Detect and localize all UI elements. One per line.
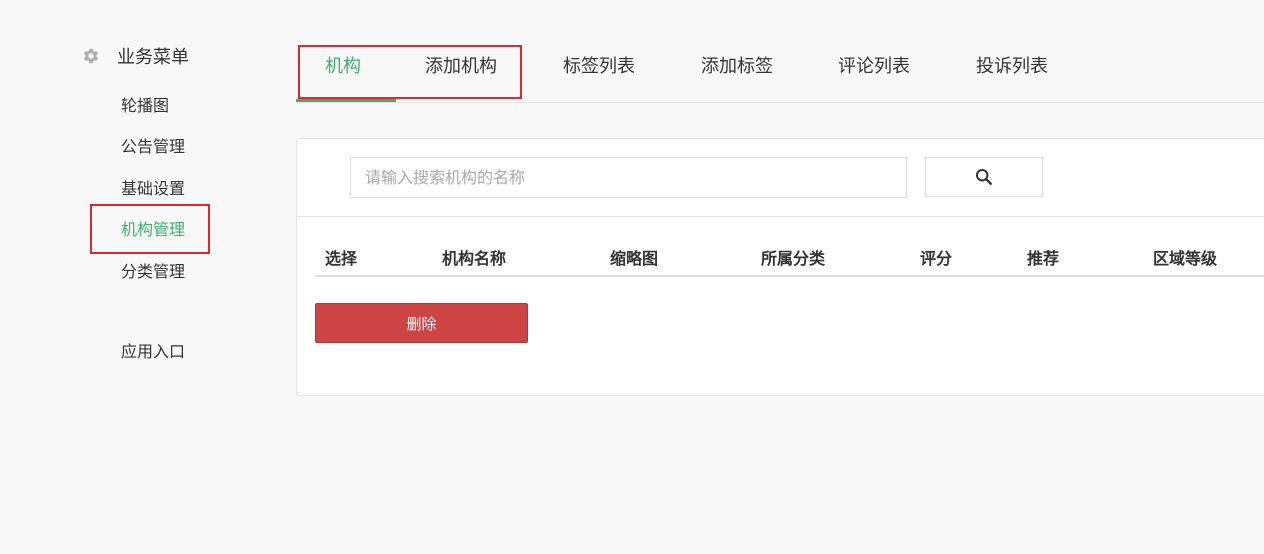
sidebar-item-announcements[interactable]: 公告管理: [121, 133, 185, 157]
sidebar-item-basic-settings[interactable]: 基础设置: [121, 175, 185, 199]
sidebar: 业务菜单 轮播图 公告管理 基础设置 机构管理 分类管理 应用入口: [0, 0, 280, 554]
column-header-rating: 评分: [920, 249, 953, 268]
search-button[interactable]: [925, 157, 1043, 197]
table-header: 选择 机构名称 缩略图 所属分类 评分 推荐 区域等级: [315, 237, 1264, 277]
gear-icon: [82, 47, 100, 65]
active-tab-indicator: [296, 99, 396, 102]
tab-bar: 机构 添加机构 标签列表 添加标签 评论列表 投诉列表: [296, 40, 1264, 103]
sidebar-item-carousel[interactable]: 轮播图: [121, 92, 169, 116]
tab-complaint-list[interactable]: 投诉列表: [976, 52, 1048, 78]
column-header-category: 所属分类: [761, 249, 826, 268]
column-header-region-level: 区域等级: [1153, 249, 1218, 268]
sidebar-item-category-management[interactable]: 分类管理: [121, 258, 185, 282]
search-row: [297, 139, 1264, 217]
tab-comment-list[interactable]: 评论列表: [838, 52, 910, 78]
column-header-select: 选择: [325, 249, 358, 268]
search-icon: [975, 168, 993, 186]
column-header-recommend: 推荐: [1027, 249, 1060, 268]
tab-tag-list[interactable]: 标签列表: [563, 52, 635, 78]
tab-add-institution[interactable]: 添加机构: [425, 52, 497, 78]
sidebar-item-institution-management[interactable]: 机构管理: [121, 216, 185, 240]
menu-title: 业务菜单: [117, 47, 189, 68]
page: 业务菜单 轮播图 公告管理 基础设置 机构管理 分类管理 应用入口 机构 添加机…: [0, 0, 1264, 554]
search-input[interactable]: [350, 157, 907, 198]
tab-institutions[interactable]: 机构: [325, 52, 361, 78]
tab-add-tag[interactable]: 添加标签: [701, 52, 773, 78]
column-header-institution-name: 机构名称: [442, 249, 507, 268]
column-header-thumbnail: 缩略图: [610, 249, 659, 268]
content-panel: 选择 机构名称 缩略图 所属分类 评分 推荐 区域等级 删除: [296, 138, 1264, 396]
delete-button[interactable]: 删除: [315, 303, 528, 343]
menu-header: 业务菜单: [82, 44, 189, 68]
sidebar-item-app-entry[interactable]: 应用入口: [121, 338, 185, 362]
